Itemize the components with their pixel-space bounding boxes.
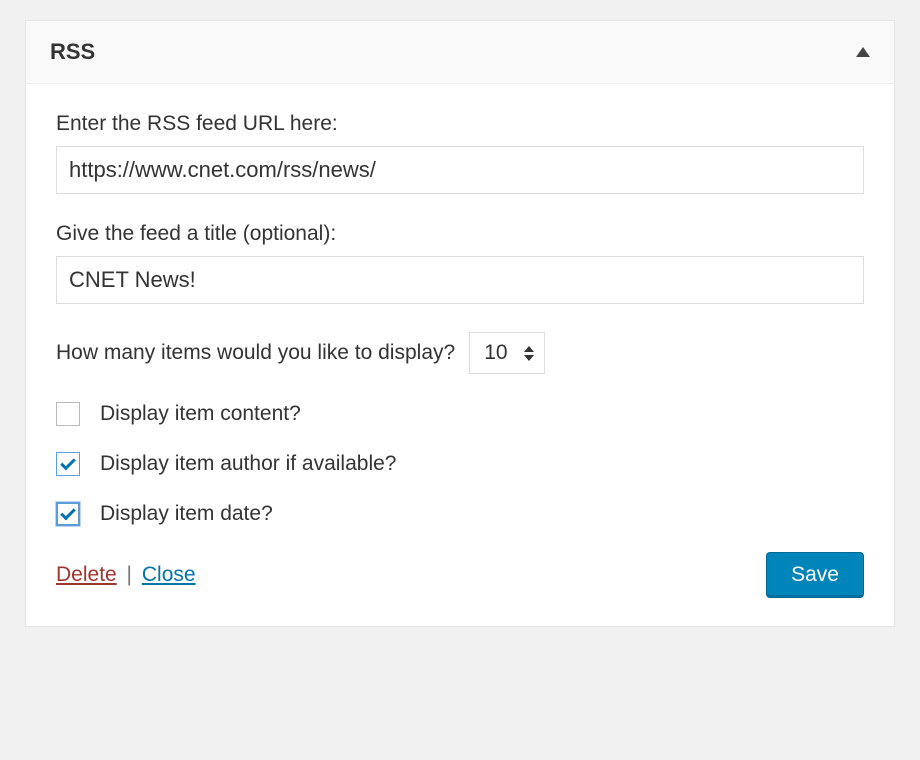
- feed-url-row: Enter the RSS feed URL here:: [56, 112, 864, 194]
- items-count-label: How many items would you like to display…: [56, 341, 455, 365]
- feed-title-input[interactable]: [56, 256, 864, 304]
- separator: |: [127, 563, 132, 586]
- display-content-checkbox[interactable]: [56, 402, 80, 426]
- save-button[interactable]: Save: [766, 552, 864, 598]
- display-content-row: Display item content?: [56, 402, 864, 426]
- widget-footer: Delete | Close Save: [56, 552, 864, 598]
- checkmark-icon: [60, 455, 76, 471]
- feed-url-input[interactable]: [56, 146, 864, 194]
- close-link[interactable]: Close: [142, 563, 196, 586]
- footer-links: Delete | Close: [56, 563, 196, 587]
- items-count-select[interactable]: 10: [469, 332, 544, 374]
- items-count-row: How many items would you like to display…: [56, 332, 864, 374]
- feed-url-label: Enter the RSS feed URL here:: [56, 112, 864, 136]
- display-date-label: Display item date?: [100, 502, 273, 526]
- display-author-checkbox[interactable]: [56, 452, 80, 476]
- rss-widget-panel: RSS Enter the RSS feed URL here: Give th…: [25, 20, 895, 627]
- display-date-row: Display item date?: [56, 502, 864, 526]
- display-author-row: Display item author if available?: [56, 452, 864, 476]
- stepper-arrows-icon: [524, 346, 534, 361]
- widget-body: Enter the RSS feed URL here: Give the fe…: [26, 84, 894, 626]
- delete-link[interactable]: Delete: [56, 563, 117, 586]
- display-content-label: Display item content?: [100, 402, 301, 426]
- feed-title-label: Give the feed a title (optional):: [56, 222, 864, 246]
- feed-title-row: Give the feed a title (optional):: [56, 222, 864, 304]
- collapse-up-icon: [856, 47, 870, 57]
- items-count-value: 10: [484, 341, 507, 365]
- widget-header[interactable]: RSS: [26, 21, 894, 84]
- display-date-checkbox[interactable]: [56, 502, 80, 526]
- display-author-label: Display item author if available?: [100, 452, 396, 476]
- checkmark-icon: [60, 505, 76, 521]
- widget-title: RSS: [50, 39, 95, 65]
